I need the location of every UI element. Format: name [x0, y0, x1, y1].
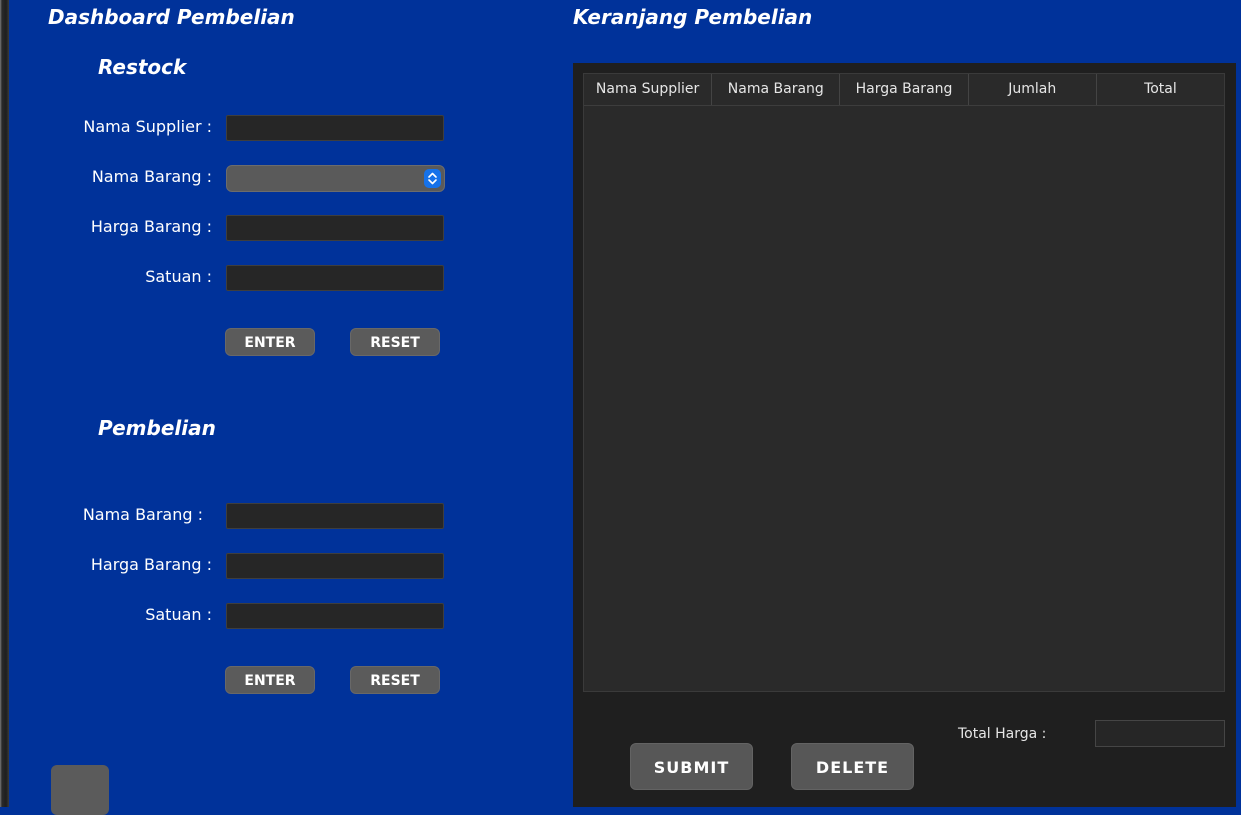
column-header-jumlah[interactable]: Jumlah: [969, 74, 1097, 105]
pembelian-barang-field[interactable]: [226, 503, 444, 529]
extra-button[interactable]: [51, 765, 109, 815]
restock-satuan-field[interactable]: [226, 265, 444, 291]
table-header: Nama Supplier Nama Barang Harga Barang J…: [584, 74, 1224, 106]
column-header-harga-barang[interactable]: Harga Barang: [840, 74, 969, 105]
restock-supplier-field[interactable]: [226, 115, 444, 141]
total-harga-label: Total Harga :: [958, 726, 1047, 742]
cart-table[interactable]: Nama Supplier Nama Barang Harga Barang J…: [583, 73, 1225, 692]
restock-reset-button[interactable]: RESET: [350, 328, 440, 356]
delete-button[interactable]: DELETE: [791, 743, 914, 790]
table-body[interactable]: [584, 106, 1224, 692]
pembelian-title: Pembelian: [98, 416, 216, 440]
pembelian-satuan-field[interactable]: [226, 603, 444, 629]
pembelian-harga-label: Harga Barang :: [90, 555, 212, 574]
column-header-total[interactable]: Total: [1097, 74, 1224, 105]
restock-supplier-label: Nama Supplier :: [83, 117, 212, 136]
chevron-up-down-icon[interactable]: [424, 169, 441, 188]
column-header-nama-supplier[interactable]: Nama Supplier: [584, 74, 713, 105]
restock-harga-label: Harga Barang :: [90, 217, 212, 236]
pembelian-reset-button[interactable]: RESET: [350, 666, 440, 694]
dashboard-title: Dashboard Pembelian: [48, 5, 295, 29]
restock-barang-label: Nama Barang :: [91, 167, 212, 186]
pembelian-barang-label: Nama Barang :: [82, 505, 203, 524]
total-harga-field[interactable]: [1095, 720, 1225, 747]
pembelian-harga-field[interactable]: [226, 553, 444, 579]
window-edge: [0, 0, 9, 807]
pembelian-enter-button[interactable]: ENTER: [225, 666, 315, 694]
cart-title: Keranjang Pembelian: [573, 5, 813, 29]
column-header-nama-barang[interactable]: Nama Barang: [712, 74, 841, 105]
restock-barang-combobox[interactable]: [226, 165, 445, 192]
restock-enter-button[interactable]: ENTER: [225, 328, 315, 356]
restock-harga-field[interactable]: [226, 215, 444, 241]
submit-button[interactable]: SUBMIT: [630, 743, 753, 790]
restock-satuan-label: Satuan :: [145, 267, 212, 286]
pembelian-satuan-label: Satuan :: [145, 605, 212, 624]
restock-title: Restock: [98, 55, 187, 79]
